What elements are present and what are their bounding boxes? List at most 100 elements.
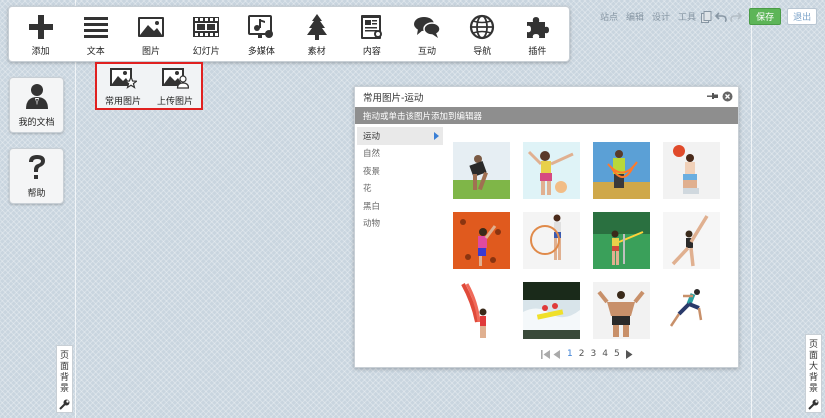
category-black-white[interactable]: 黑白 xyxy=(357,197,443,215)
image-user-icon xyxy=(161,66,190,93)
category-night[interactable]: 夜景 xyxy=(357,162,443,180)
category-list: 运动 自然 夜景 花 黑白 动物 xyxy=(357,127,443,232)
canvas-guide-right xyxy=(751,0,752,418)
thumbnail-image[interactable] xyxy=(663,282,720,339)
thumbnail-image[interactable] xyxy=(453,212,510,269)
help-button[interactable]: 帮助 xyxy=(9,148,64,204)
globe-icon xyxy=(467,12,497,42)
copy-icon[interactable] xyxy=(700,10,712,23)
thumbnail-image[interactable] xyxy=(453,282,510,339)
redo-icon[interactable] xyxy=(730,11,743,23)
thumbnail-image[interactable] xyxy=(593,282,650,339)
category-label: 运动 xyxy=(363,131,381,142)
thumbnail-image[interactable] xyxy=(523,142,580,199)
page-big-background-tab[interactable]: 页面大背景 xyxy=(805,334,822,413)
common-images-label: 常用图片 xyxy=(104,96,141,107)
page-background-label: 页面背景 xyxy=(59,351,69,394)
wrench-icon xyxy=(59,399,70,413)
page-number-current[interactable]: 1 xyxy=(567,349,573,359)
my-docs-button[interactable]: 我的文档 xyxy=(9,77,64,133)
question-mark-icon xyxy=(26,153,48,184)
toolbar-add-label: 添加 xyxy=(31,46,50,57)
save-button[interactable]: 保存 xyxy=(749,8,782,25)
category-label: 夜景 xyxy=(363,166,381,177)
exit-button[interactable]: 退出 xyxy=(787,8,818,25)
toolbar-navigation-label: 导航 xyxy=(473,46,492,57)
toolbar-content-label: 内容 xyxy=(362,46,381,57)
toolbar-text-label: 文本 xyxy=(86,46,105,57)
my-docs-label: 我的文档 xyxy=(18,118,55,128)
panel-header[interactable]: 常用图片-运动 xyxy=(355,87,738,107)
page-background-tab[interactable]: 页面背景 xyxy=(56,345,73,413)
design-link[interactable]: 设计 xyxy=(652,10,670,23)
common-images-button[interactable]: 常用图片 xyxy=(97,64,149,108)
arrow-right-icon xyxy=(434,132,439,140)
toolbar-multimedia-label: 多媒体 xyxy=(247,46,275,57)
page-number[interactable]: 4 xyxy=(602,349,608,359)
thumbnail-image[interactable] xyxy=(453,142,510,199)
toolbar-material-label: 素材 xyxy=(307,46,326,57)
filmstrip-icon xyxy=(191,12,221,42)
page-number[interactable]: 3 xyxy=(590,349,596,359)
plus-icon xyxy=(26,12,56,42)
first-page-icon[interactable] xyxy=(541,349,550,359)
category-label: 花 xyxy=(363,184,372,195)
category-flowers[interactable]: 花 xyxy=(357,180,443,198)
puzzle-icon xyxy=(522,12,552,42)
toolbar-slideshow-label: 幻灯片 xyxy=(192,46,220,57)
toolbar-add-button[interactable]: 添加 xyxy=(13,7,68,61)
wrench-icon xyxy=(808,399,819,413)
page-number[interactable]: 2 xyxy=(579,349,585,359)
help-label: 帮助 xyxy=(27,189,46,199)
undo-icon[interactable] xyxy=(715,11,727,23)
chat-bubbles-icon xyxy=(412,12,442,42)
tools-link[interactable]: 工具 xyxy=(678,10,696,23)
page-number[interactable]: 5 xyxy=(614,349,620,359)
toolbar-slideshow-button[interactable]: 幻灯片 xyxy=(179,7,234,61)
image-library-panel: 常用图片-运动 拖动或单击该图片添加到编辑器 运动 自然 夜景 花 黑白 动物 xyxy=(354,86,739,368)
thumbnail-image[interactable] xyxy=(663,142,720,199)
upload-image-button[interactable]: 上传图片 xyxy=(149,64,201,108)
top-links-bar: 站点 编辑 设计 工具 保存 退出 xyxy=(600,8,818,25)
thumbnail-image[interactable] xyxy=(523,282,580,339)
tree-icon xyxy=(302,12,332,42)
prev-page-icon[interactable] xyxy=(553,349,561,359)
category-sports[interactable]: 运动 xyxy=(357,127,443,145)
thumbnail-image[interactable] xyxy=(663,212,720,269)
thumbnail-image[interactable] xyxy=(523,212,580,269)
document-icon xyxy=(357,12,387,42)
toolbar-navigation-button[interactable]: 导航 xyxy=(455,7,510,61)
panel-title: 常用图片-运动 xyxy=(363,93,424,104)
category-animals[interactable]: 动物 xyxy=(357,215,443,233)
image-star-icon xyxy=(109,66,139,93)
image-icon xyxy=(136,12,166,42)
category-nature[interactable]: 自然 xyxy=(357,145,443,163)
toolbar-plugin-button[interactable]: 插件 xyxy=(510,7,565,61)
toolbar-plugin-label: 插件 xyxy=(528,46,547,57)
toolbar-material-button[interactable]: 素材 xyxy=(289,7,344,61)
toolbar-text-button[interactable]: 文本 xyxy=(68,7,123,61)
music-screen-icon xyxy=(246,12,276,42)
main-toolbar: 添加 文本 图片 幻灯片 多媒体 素材 内容 互动 导航 插件 xyxy=(8,6,570,62)
user-icon xyxy=(24,82,50,113)
page-big-background-label: 页面大背景 xyxy=(808,340,818,394)
site-link[interactable]: 站点 xyxy=(600,10,618,23)
upload-image-label: 上传图片 xyxy=(156,96,193,107)
category-label: 自然 xyxy=(363,149,381,160)
toolbar-image-label: 图片 xyxy=(142,46,161,57)
toolbar-multimedia-button[interactable]: 多媒体 xyxy=(234,7,289,61)
pin-icon[interactable] xyxy=(707,92,719,103)
toolbar-image-button[interactable]: 图片 xyxy=(123,7,178,61)
thumbnail-image[interactable] xyxy=(593,212,650,269)
edit-link[interactable]: 编辑 xyxy=(626,10,644,23)
category-label: 动物 xyxy=(363,219,381,230)
image-submenu: 常用图片 上传图片 xyxy=(95,62,203,110)
toolbar-content-button[interactable]: 内容 xyxy=(344,7,399,61)
panel-hint-bar: 拖动或单击该图片添加到编辑器 xyxy=(355,107,738,124)
next-page-icon[interactable] xyxy=(625,349,633,359)
close-icon[interactable] xyxy=(722,91,733,105)
thumbnail-image[interactable] xyxy=(593,142,650,199)
toolbar-interact-button[interactable]: 互动 xyxy=(399,7,454,61)
category-label: 黑白 xyxy=(363,201,381,212)
toolbar-interact-label: 互动 xyxy=(418,46,437,57)
